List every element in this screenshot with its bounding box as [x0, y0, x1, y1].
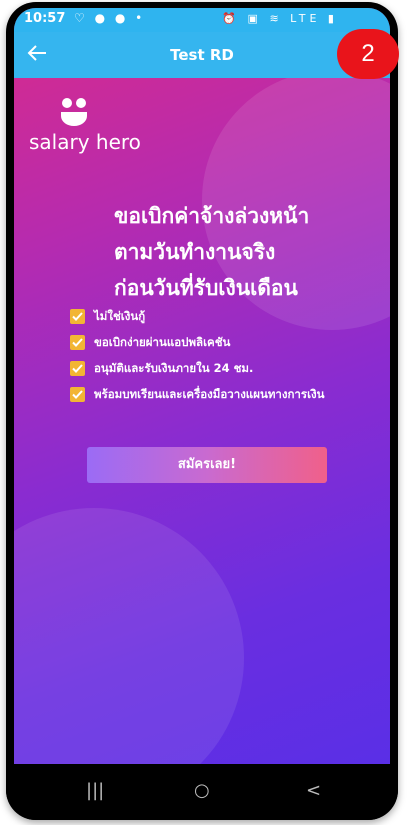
phone-frame: 10:57 ♡ ● ● • ⏰ ▣ ≋ LTE ▮ Test RD salary… [6, 2, 398, 820]
feature-label: อนุมัติและรับเงินภายใน 24 ชม. [94, 361, 254, 375]
headline-line-3: ก่อนวันที่รับเงินเดือน [114, 276, 298, 300]
checkbox-checked-icon [70, 309, 85, 324]
recent-apps-icon[interactable]: ||| [86, 780, 104, 801]
feature-item: พร้อมบทเรียนและเครื่องมือวางแผนทางการเงิ… [70, 386, 370, 403]
feature-item: ขอเบิกง่ายผ่านแอปพลิเคชัน [70, 334, 370, 351]
page-title: Test RD [170, 46, 234, 64]
step-number-badge: 2 [337, 29, 399, 79]
status-time: 10:57 [24, 11, 66, 26]
feature-label: พร้อมบทเรียนและเครื่องมือวางแผนทางการเงิ… [94, 387, 325, 401]
system-nav-bar: ||| ○ < [6, 764, 398, 820]
system-status-icons: ⏰ ▣ ≋ LTE ▮ [222, 12, 338, 25]
headline-line-1: ขอเบิกค่าจ้างล่วงหน้า [114, 204, 310, 228]
feature-item: ไม่ใช่เงินกู้ [70, 308, 370, 325]
home-icon[interactable]: ○ [194, 780, 210, 801]
status-bar: 10:57 ♡ ● ● • ⏰ ▣ ≋ LTE ▮ [14, 8, 390, 32]
notification-icons: ♡ ● ● • [74, 11, 146, 25]
feature-label: ไม่ใช่เงินกู้ [94, 309, 146, 323]
logo-mark-icon [61, 98, 87, 126]
signup-button[interactable]: สมัครเลย! [87, 447, 327, 483]
app-bar: Test RD [14, 32, 390, 78]
headline: ขอเบิกค่าจ้างล่วงหน้า ตามวันทำงานจริง ก่… [114, 198, 309, 306]
logo-text: salary hero [29, 130, 141, 154]
checkbox-checked-icon [70, 361, 85, 376]
feature-list: ไม่ใช่เงินกู้ ขอเบิกง่ายผ่านแอปพลิเคชัน … [70, 308, 370, 412]
feature-item: อนุมัติและรับเงินภายใน 24 ชม. [70, 360, 370, 377]
headline-line-2: ตามวันทำงานจริง [114, 240, 276, 264]
nav-back-icon[interactable]: < [306, 780, 321, 801]
app-screen: 10:57 ♡ ● ● • ⏰ ▣ ≋ LTE ▮ Test RD salary… [14, 8, 390, 764]
checkbox-checked-icon [70, 335, 85, 350]
checkbox-checked-icon [70, 387, 85, 402]
feature-label: ขอเบิกง่ายผ่านแอปพลิเคชัน [94, 335, 231, 349]
decorative-circle-bottom [14, 508, 244, 764]
